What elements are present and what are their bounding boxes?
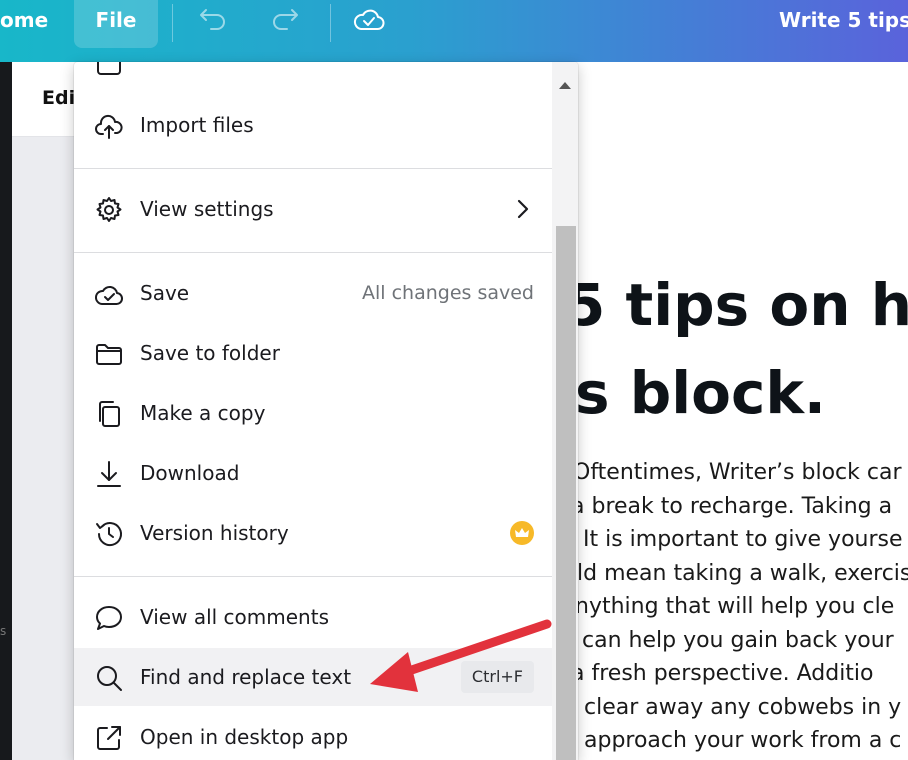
menu-divider	[74, 576, 552, 577]
menu-item-label: View settings	[140, 197, 274, 221]
gear-icon	[96, 197, 122, 222]
heading-line: s block.	[577, 359, 826, 427]
redo-icon[interactable]	[268, 4, 302, 38]
body-line: Oftentimes, Writer’s block car	[577, 460, 902, 485]
premium-crown-icon	[510, 521, 534, 545]
clipped-menu-item[interactable]	[74, 62, 552, 80]
body-line: It is important to give yourse	[583, 527, 903, 552]
menu-item-view-settings[interactable]: View settings	[74, 180, 552, 238]
cloud-check-icon	[95, 285, 123, 305]
menu-item-label: Import files	[140, 113, 254, 137]
partial-icon	[97, 62, 121, 75]
body-line: nything that will help you cle	[577, 594, 895, 619]
top-bar: ome File Write 5 tips c	[0, 0, 908, 62]
left-side-panel: s	[0, 62, 12, 760]
menu-item-label: Download	[140, 461, 240, 485]
document-title[interactable]: Write 5 tips c	[779, 8, 908, 32]
menu-item-label: Save	[140, 281, 190, 305]
menu-item-save[interactable]: Save All changes saved	[74, 264, 552, 322]
menu-item-label: View all comments	[140, 605, 329, 629]
copy-icon	[99, 401, 120, 427]
menu-divider	[74, 252, 552, 253]
external-link-icon	[97, 726, 121, 750]
menu-item-import-files[interactable]: Import files	[74, 96, 552, 154]
download-icon	[97, 461, 121, 487]
toolbar-divider	[330, 4, 331, 42]
scroll-up-arrow-icon[interactable]	[559, 82, 571, 89]
body-line: approach your work from a c	[584, 728, 902, 753]
menu-item-make-a-copy[interactable]: Make a copy	[74, 384, 552, 442]
menu-item-version-history[interactable]: Version history	[74, 504, 552, 562]
menu-item-open-in-desktop-app[interactable]: Open in desktop app	[74, 708, 552, 760]
design-canvas-page[interactable]: 5 tips on ho s block. Oftentimes, Writer…	[577, 136, 908, 760]
body-line: a fresh perspective. Additio	[577, 661, 874, 686]
cloud-upload-icon	[95, 114, 123, 139]
body-line: a break to recharge. Taking a	[577, 494, 893, 519]
keyboard-shortcut-badge: Ctrl+F	[460, 661, 534, 693]
file-menu-dropdown: Import files View settings Save All chan…	[74, 62, 578, 760]
menu-item-label: Find and replace text	[140, 665, 352, 689]
menu-item-label: Make a copy	[140, 401, 266, 425]
home-button[interactable]: ome	[0, 8, 48, 32]
folder-icon	[96, 344, 122, 365]
cloud-saved-icon[interactable]	[352, 4, 386, 38]
file-menu-button[interactable]: File	[74, 0, 158, 48]
menu-scrollbar-thumb[interactable]	[556, 226, 576, 760]
undo-icon[interactable]	[196, 4, 230, 38]
comment-icon	[96, 606, 122, 630]
toolbar-divider	[172, 4, 173, 42]
menu-item-label: Version history	[140, 521, 289, 545]
menu-item-download[interactable]: Download	[74, 444, 552, 502]
menu-item-label: Save to folder	[140, 341, 280, 365]
body-line: can help you gain back your	[582, 628, 894, 653]
body-line: clear away any cobwebs in y	[584, 695, 902, 720]
chevron-right-icon	[517, 199, 529, 219]
edit-label[interactable]: Edi	[42, 87, 75, 109]
menu-item-label: Open in desktop app	[140, 725, 349, 749]
body-line: ld mean taking a walk, exercis	[577, 561, 908, 586]
save-status-text: All changes saved	[362, 282, 534, 304]
history-icon	[96, 522, 122, 546]
menu-divider	[74, 168, 552, 169]
menu-item-save-to-folder[interactable]: Save to folder	[74, 324, 552, 382]
side-panel-text: s	[0, 624, 7, 638]
heading-line: 5 tips on ho	[577, 271, 908, 339]
menu-item-view-all-comments[interactable]: View all comments	[74, 588, 552, 646]
menu-item-find-and-replace[interactable]: Find and replace text Ctrl+F	[74, 648, 552, 706]
search-icon	[97, 666, 122, 691]
